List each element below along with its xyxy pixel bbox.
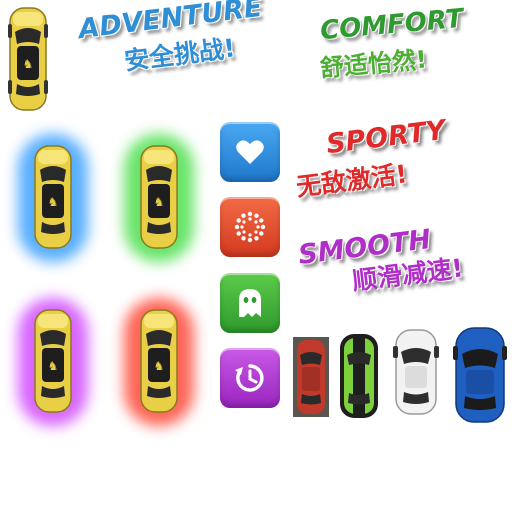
svg-text:♞: ♞	[48, 359, 59, 373]
yellow-car-sprite: ♞	[8, 7, 48, 111]
heart-icon	[236, 140, 264, 164]
sporty-subtitle: 无敌激活!	[294, 159, 409, 202]
adventure-subtitle: 安全挑战!	[122, 33, 237, 76]
yellow-car-purple-glow: ♞	[34, 309, 72, 413]
yellow-car-green-glow: ♞	[140, 145, 178, 249]
sunburst-button[interactable]	[220, 197, 280, 257]
ghost-icon	[239, 289, 261, 317]
comfort-subtitle: 舒适怡然!	[318, 45, 428, 83]
heart-button[interactable]	[220, 122, 280, 182]
sporty-title: SPORTY	[324, 114, 448, 161]
ghost-button[interactable]	[220, 273, 280, 333]
yellow-car-blue-glow: ♞	[34, 145, 72, 249]
white-car-sprite	[393, 329, 439, 415]
svg-text:♞: ♞	[154, 359, 165, 373]
yellow-car-red-glow: ♞	[140, 309, 178, 413]
adventure-title: ADVENTURE	[76, 0, 265, 46]
svg-text:♞: ♞	[23, 57, 34, 71]
sunburst-icon	[234, 211, 266, 243]
svg-text:♞: ♞	[154, 195, 165, 209]
history-icon	[235, 364, 264, 392]
history-button[interactable]	[220, 348, 280, 408]
comfort-title: COMFORT	[318, 3, 465, 47]
svg-text:♞: ♞	[48, 195, 59, 209]
blue-car-sprite	[453, 327, 507, 423]
green-stripe-car-sprite	[340, 334, 378, 418]
red-car-sprite	[293, 337, 329, 417]
